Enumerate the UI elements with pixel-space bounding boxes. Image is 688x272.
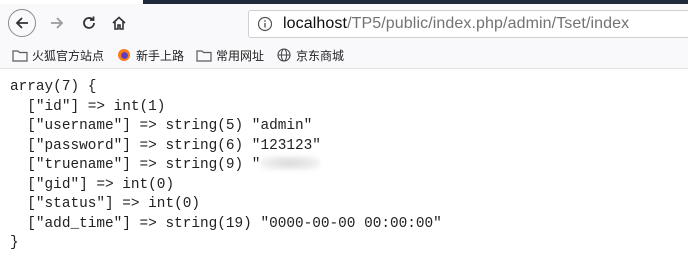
back-button[interactable] (8, 9, 36, 37)
globe-icon (276, 48, 292, 62)
reload-icon (83, 16, 95, 29)
url-text[interactable]: localhost/TP5/public/index.php/admin/Tse… (283, 15, 629, 33)
bookmark-label: 常用网址 (216, 48, 265, 63)
dump-row: ["status"] => int(0) (10, 196, 200, 212)
redacted-value (260, 156, 321, 170)
folder-icon (12, 48, 28, 62)
dump-footer: } (10, 235, 19, 251)
dump-row: ["password"] => string(6) "123123" (10, 137, 321, 154)
arrow-left-icon (15, 17, 28, 29)
dump-row: ["add_time"] => string(19) "0000-00-00 0… (10, 215, 442, 232)
var-dump-output: array(7) { ["id"] => int(1) ["username"]… (10, 78, 442, 254)
browser-toolbar: localhost/TP5/public/index.php/admin/Tse… (0, 4, 688, 42)
page-content: array(7) { ["id"] => int(1) ["username"]… (0, 69, 688, 272)
home-button[interactable] (106, 10, 132, 36)
address-bar[interactable]: localhost/TP5/public/index.php/admin/Tse… (248, 10, 688, 38)
reload-button[interactable] (76, 10, 102, 36)
dump-row: ["id"] => int(1) (10, 98, 166, 115)
dump-row: ["gid"] => int(0) (10, 176, 175, 193)
dump-row: ["username"] => string(5) "admin" (10, 118, 313, 134)
arrow-right-icon (51, 17, 64, 29)
bookmark-item[interactable]: 常用网址 (196, 47, 264, 64)
bookmark-label: 新手上路 (136, 48, 185, 63)
bookmark-label: 京东商城 (296, 48, 345, 63)
dump-header: array(7) { (10, 79, 97, 95)
forward-button[interactable] (44, 10, 70, 36)
url-host: localhost (283, 15, 348, 32)
bookmark-item[interactable]: 新手上路 (116, 47, 184, 64)
bookmark-item[interactable]: 京东商城 (276, 47, 344, 64)
info-icon[interactable] (257, 16, 279, 32)
folder-icon (196, 48, 212, 62)
bookmarks-toolbar: 火狐官方站点 新手上路 常用网址 京东商城 (0, 42, 688, 69)
dump-row-truename: ["truename"] => string(9) " (10, 156, 442, 176)
bookmark-label: 火狐官方站点 (32, 48, 105, 63)
url-path: /TP5/public/index.php/admin/Tset/index (347, 15, 630, 32)
bookmark-item[interactable]: 火狐官方站点 (12, 47, 104, 64)
home-icon (112, 16, 126, 30)
dump-row-text: ["truename"] => string(9) " (10, 157, 261, 173)
firefox-icon (116, 48, 132, 62)
